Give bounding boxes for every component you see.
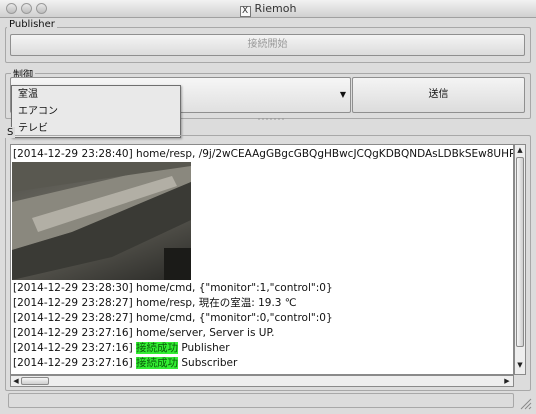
dropdown-option-aircon[interactable]: エアコン xyxy=(12,104,180,120)
log-timestamp: [2014-12-29 23:27:16] xyxy=(13,357,137,369)
chevron-down-icon[interactable]: ▼ xyxy=(340,78,346,112)
log-message: Publisher xyxy=(178,342,230,354)
log-view[interactable]: [2014-12-29 23:28:40] home/resp, /9j/2wC… xyxy=(10,144,514,375)
log-line: [2014-12-29 23:27:16] 接続成功 Publisher xyxy=(13,341,230,355)
camera-image xyxy=(12,162,191,280)
vertical-scrollbar[interactable]: ▲ ▼ xyxy=(514,144,526,375)
splitter-handle[interactable]: ˙˙˙˙˙˙˙ xyxy=(257,119,285,127)
window-title-text: Riemoh xyxy=(254,2,297,15)
publisher-label: Publisher xyxy=(7,19,57,30)
scroll-down-icon[interactable]: ▼ xyxy=(516,361,524,369)
scroll-up-icon[interactable]: ▲ xyxy=(516,146,524,154)
log-line: [2014-12-29 23:28:27] home/cmd, {"monito… xyxy=(13,312,333,324)
camera-image-graphic xyxy=(12,162,191,280)
status-badge: 接続成功 xyxy=(136,357,179,369)
log-line: [2014-12-29 23:27:16] 接続成功 Subscriber xyxy=(13,356,237,370)
log-timestamp: [2014-12-29 23:27:16] xyxy=(13,342,137,354)
status-badge: 接続成功 xyxy=(136,342,179,354)
horizontal-scroll-thumb[interactable] xyxy=(21,377,49,385)
dropdown-option-room-temp[interactable]: 室温 xyxy=(12,87,180,103)
status-bar xyxy=(8,393,514,408)
resize-grip-icon[interactable] xyxy=(518,396,532,410)
x11-icon: X xyxy=(239,6,251,17)
log-message: Subscriber xyxy=(178,357,238,369)
control-dropdown-list: 室温 エアコン テレビ xyxy=(11,85,181,138)
horizontal-scrollbar[interactable]: ◀ ▶ xyxy=(10,375,514,387)
window-title: X Riemoh xyxy=(0,2,536,17)
scroll-right-icon[interactable]: ▶ xyxy=(503,377,511,385)
log-line: [2014-12-29 23:28:40] home/resp, /9j/2wC… xyxy=(13,148,514,160)
title-bar: X Riemoh xyxy=(0,0,536,18)
connect-button[interactable]: 接続開始 xyxy=(10,34,525,56)
log-line: [2014-12-29 23:28:27] home/resp, 現在の室温: … xyxy=(13,297,297,309)
subscriber-label: S xyxy=(5,127,16,138)
log-line: [2014-12-29 23:27:16] home/server, Serve… xyxy=(13,327,275,339)
vertical-scroll-thumb[interactable] xyxy=(516,157,524,347)
send-button[interactable]: 送信 xyxy=(352,77,525,113)
log-line: [2014-12-29 23:28:30] home/cmd, {"monito… xyxy=(13,282,333,294)
scroll-left-icon[interactable]: ◀ xyxy=(12,377,20,385)
